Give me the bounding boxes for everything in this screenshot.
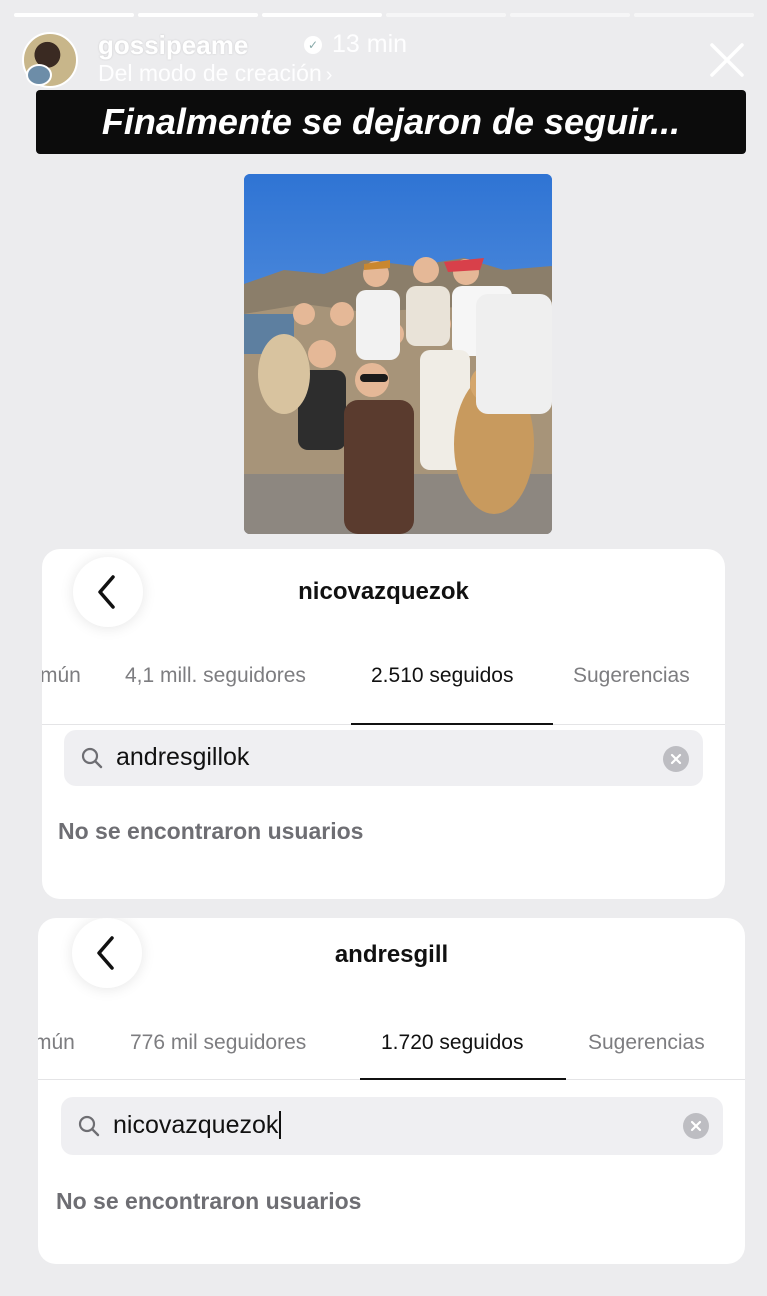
story-time: 13 min	[332, 30, 408, 58]
search-field[interactable]: andresgillok	[64, 730, 703, 786]
profile-title: andresgill	[334, 941, 449, 968]
subline-text: Del modo de creación	[98, 60, 322, 86]
tab-suggestions[interactable]: Sugerencias	[588, 1008, 705, 1092]
active-tab-indicator	[360, 1078, 566, 1080]
follow-tabs: mún 4,1 mill. seguidores 2.510 seguidos …	[42, 641, 725, 725]
avatar-secondary	[26, 64, 52, 86]
avatar[interactable]	[22, 32, 78, 88]
profile-card-andresgill: andresgill mún 776 mil seguidores 1.720 …	[38, 918, 745, 1264]
search-input-text: nicovazquezok	[113, 1111, 279, 1139]
story-subline[interactable]: Del modo de creación ›	[98, 60, 332, 87]
progress-segment	[386, 13, 506, 17]
progress-segment	[138, 13, 258, 17]
tab-mutual[interactable]: mún	[38, 1008, 75, 1092]
verified-badge-icon: ✓	[304, 36, 322, 54]
search-input[interactable]: nicovazquezok	[113, 1111, 282, 1140]
story-caption: Finalmente se dejaron de seguir...	[36, 90, 746, 154]
story-progress	[14, 13, 754, 17]
progress-segment	[634, 13, 754, 17]
search-field[interactable]: nicovazquezok	[61, 1097, 723, 1155]
tab-mutual[interactable]: mún	[42, 641, 81, 725]
search-input[interactable]: andresgillok	[116, 743, 249, 772]
text-caret	[279, 1111, 282, 1139]
story-header: gossipeame ✓ 13 min Del modo de creación…	[22, 30, 751, 90]
search-icon	[78, 1115, 100, 1137]
profile-card-nicovazquezok: nicovazquezok mún 4,1 mill. seguidores 2…	[42, 549, 725, 899]
group-photo	[244, 174, 552, 534]
story-username[interactable]: gossipeame	[98, 30, 248, 61]
tab-followers[interactable]: 4,1 mill. seguidores	[125, 641, 306, 725]
clear-icon[interactable]	[683, 1113, 709, 1139]
progress-segment	[510, 13, 630, 17]
no-results-text: No se encontraron usuarios	[58, 818, 364, 844]
progress-segment	[262, 13, 382, 17]
clear-icon[interactable]	[663, 746, 689, 772]
progress-segment	[14, 13, 134, 17]
tab-following[interactable]: 2.510 seguidos	[371, 641, 513, 725]
tab-followers[interactable]: 776 mil seguidores	[130, 1008, 306, 1092]
search-icon	[81, 747, 103, 769]
profile-title: nicovazquezok	[298, 578, 469, 605]
active-tab-indicator	[351, 723, 553, 725]
follow-tabs: mún 776 mil seguidores 1.720 seguidos Su…	[38, 1008, 745, 1080]
no-results-text: No se encontraron usuarios	[56, 1188, 362, 1214]
chevron-right-icon: ›	[325, 64, 333, 86]
close-icon[interactable]	[707, 40, 747, 80]
tab-suggestions[interactable]: Sugerencias	[573, 641, 690, 725]
